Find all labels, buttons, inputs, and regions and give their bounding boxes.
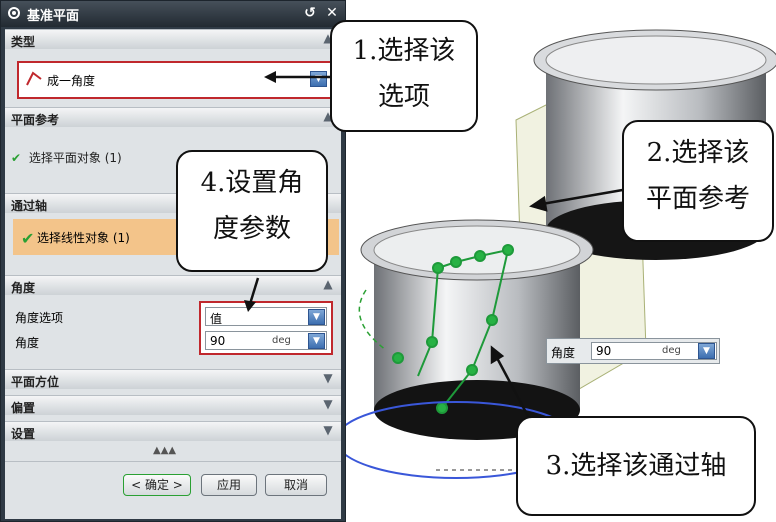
chevron-up-icon[interactable]: ▲ [319,277,337,293]
section-type[interactable]: 类型 ▲ [5,29,341,49]
gear-icon [8,7,20,19]
unit-chevron-down-icon[interactable]: ▼ [308,333,325,349]
angle-params-highlight: 值 ▼ 90 deg ▼ [199,301,333,355]
section-angle-label: 角度 [11,281,36,295]
angle-value: 90 [210,334,226,348]
button-bar: < 确定 > 应用 取消 [5,461,341,519]
checkmark-icon: ✔ [11,151,22,165]
angle-value-input[interactable]: 90 deg ▼ [205,331,327,350]
chevron-down-icon[interactable]: ▼ [698,343,715,359]
checkmark-icon: ✔ [21,229,35,248]
select-plane-object-label: 选择平面对象 (1) [28,151,122,165]
callout-2: 2.选择该 平面参考 [622,120,774,242]
chevron-down-icon[interactable]: ▼ [319,397,337,413]
callout-3: 3.选择该通过轴 [516,416,756,516]
chevron-down-icon[interactable]: ▼ [308,309,325,325]
section-type-label: 类型 [11,35,36,49]
viewport-angle-label: 角度 [551,346,576,360]
dialog-body: 类型 ▲ 成一角度 ▼ 平面参考 ▲ ✔ 选择平面对象 (1) 通过轴 ✔ 选择… [5,29,341,519]
apply-button[interactable]: 应用 [201,474,257,496]
angle-option-value: 值 [210,312,223,326]
section-plane-orientation-label: 平面方位 [11,375,60,389]
select-linear-object-label: 选择线性对象 (1) [37,231,130,245]
callout-2-line-2: 平面参考 [645,184,750,214]
angle-plane-icon [25,71,43,87]
callout-4-line-2: 度参数 [212,214,291,244]
viewport-angle-input[interactable]: 90 deg ▼ [591,342,717,360]
dialog-title: 基准平面 [27,9,80,24]
chevron-down-icon[interactable]: ▼ [319,371,337,387]
section-angle[interactable]: 角度 ▲ [5,275,341,295]
arrow-to-type [264,71,332,83]
more-options-icon[interactable]: ▲▲▲ [153,445,176,456]
section-plane-reference[interactable]: 平面参考 ▲ [5,107,341,127]
reset-icon[interactable]: ↺ [301,4,319,22]
callout-4: 4.设置角 度参数 [176,150,328,272]
section-plane-orientation[interactable]: 平面方位 ▼ [5,369,341,389]
section-through-axis-label: 通过轴 [11,199,48,213]
section-offset-label: 偏置 [11,401,36,415]
chevron-down-icon[interactable]: ▼ [319,423,337,439]
section-settings[interactable]: 设置 ▼ [5,421,341,441]
ok-button[interactable]: < 确定 > [123,474,191,496]
close-icon[interactable]: ✕ [323,4,341,22]
callout-1-line-2: 选项 [377,82,430,112]
arrow-to-angle [244,277,260,312]
viewport-angle-value: 90 [596,344,612,358]
angle-value-label: 角度 [15,336,40,350]
type-select-value: 成一角度 [47,74,96,88]
angle-option-label: 角度选项 [15,311,64,325]
dialog-titlebar: 基准平面 ↺ ✕ [1,1,345,27]
section-offset[interactable]: 偏置 ▼ [5,395,341,415]
callout-1-line-1: 1.选择该 [352,36,456,66]
angle-unit: deg [272,335,291,346]
section-settings-label: 设置 [11,427,36,441]
callout-2-line-1: 2.选择该 [646,138,750,168]
viewport-angle-widget: 角度 90 deg ▼ [546,338,720,364]
angle-option-select[interactable]: 值 ▼ [205,307,327,326]
section-plane-reference-label: 平面参考 [11,113,60,127]
viewport-angle-unit: deg [662,345,681,356]
cancel-button[interactable]: 取消 [265,474,327,496]
callout-4-line-1: 4.设置角 [200,168,304,198]
callout-1: 1.选择该 选项 [330,20,478,132]
